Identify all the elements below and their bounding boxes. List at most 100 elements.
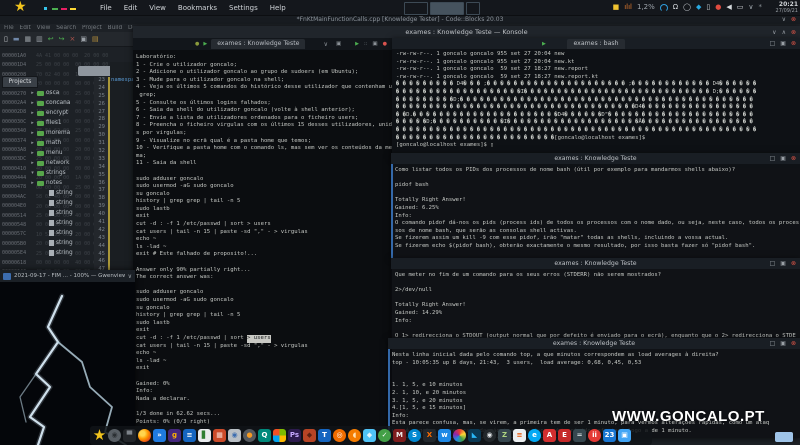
- close-icon[interactable]: ⊗: [791, 260, 796, 267]
- redo-icon[interactable]: ↪: [59, 36, 65, 43]
- expander-icon[interactable]: ▸: [30, 160, 35, 166]
- display-icon[interactable]: ▭: [737, 4, 744, 11]
- konsole-bash-header[interactable]: ▶ exames : bash □ ▣ ⊗: [392, 38, 800, 49]
- terminal-output-bash[interactable]: -rw-rw-r--. 1 goncalo goncalo 955 set 27…: [392, 49, 800, 158]
- project-folder[interactable]: ▸ files1: [30, 118, 94, 128]
- codeblocks-titlebar[interactable]: *FnKtMainFunctionCalls.cpp [Knowledge Te…: [0, 15, 800, 24]
- window-preview[interactable]: [466, 2, 480, 15]
- terminal-output-stderr[interactable]: Que meter no fim de um comando para os s…: [391, 269, 800, 338]
- settings-asterisk-icon[interactable]: *: [759, 4, 763, 11]
- task-dash-icon[interactable]: [44, 7, 47, 10]
- minimize-icon[interactable]: ∨: [782, 15, 786, 24]
- status-circle-icon[interactable]: ◯: [683, 4, 691, 11]
- quiz-pidof-header[interactable]: exames : Knowledge Teste □ ▣ ⊗: [391, 153, 800, 164]
- expander-icon[interactable]: ▸: [30, 130, 35, 136]
- menu-item[interactable]: Settings: [229, 4, 258, 12]
- skype-icon[interactable]: S: [408, 429, 421, 442]
- project-file[interactable]: string: [30, 228, 94, 238]
- clipboard-icon[interactable]: ▯: [706, 4, 710, 11]
- notes-widget-icon[interactable]: ■: [613, 4, 620, 11]
- gwenview-photo[interactable]: ▲: [0, 282, 135, 445]
- gwenview-titlebar[interactable]: 2021-09-17 - FIM ... - 100% — Gwenview ∨: [0, 270, 135, 282]
- paste-icon[interactable]: ▤: [92, 36, 99, 43]
- expander-icon[interactable]: ▸: [30, 90, 35, 96]
- desktop-peek-button[interactable]: [775, 432, 793, 442]
- expander-icon[interactable]: ▸: [30, 150, 35, 156]
- project-folder[interactable]: ▸ encrypt: [30, 108, 94, 118]
- star-launcher-icon[interactable]: ★: [14, 0, 27, 15]
- gimp-icon[interactable]: ◆: [303, 429, 316, 442]
- expander-icon[interactable]: ▸: [30, 110, 35, 116]
- microsoft-icon[interactable]: [273, 429, 286, 442]
- restore-icon[interactable]: □: [770, 155, 776, 162]
- copy-icon[interactable]: ▣: [80, 36, 87, 43]
- expander-icon[interactable]: ▸: [30, 140, 35, 146]
- cut-icon[interactable]: ×: [69, 36, 75, 43]
- expander-icon[interactable]: ▾: [30, 170, 35, 176]
- project-folder[interactable]: ▸ notes: [30, 178, 94, 188]
- menu-item[interactable]: View: [149, 4, 166, 12]
- project-file[interactable]: string: [30, 188, 94, 198]
- project-folder[interactable]: ▸ menu: [30, 148, 94, 158]
- network-gauge-icon[interactable]: [660, 4, 668, 12]
- impress-icon[interactable]: ▦: [213, 429, 226, 442]
- floppy-icon[interactable]: ▀: [123, 429, 136, 442]
- menu-dots-icon[interactable]: ::: [364, 41, 367, 47]
- obs-icon[interactable]: ◉: [483, 429, 496, 442]
- quiz-top-header[interactable]: exames : Knowledge Teste □ ▣ ⊗: [388, 338, 800, 349]
- task-dash-icon[interactable]: [52, 8, 58, 10]
- project-folder[interactable]: ▸ concana: [30, 98, 94, 108]
- maximize-icon[interactable]: ▣: [780, 260, 786, 267]
- konsole-icon[interactable]: »: [153, 429, 166, 442]
- codeblocks-menubar[interactable]: File Edit View Search Project Build Debu…: [4, 24, 133, 32]
- close-icon[interactable]: ⊗: [791, 29, 796, 36]
- x-orange-icon[interactable]: X: [423, 429, 436, 442]
- terminal-output-pidof[interactable]: Como listar todos os PIDs dos processos …: [391, 164, 800, 258]
- close-icon[interactable]: ⊗: [791, 15, 796, 24]
- play-icon[interactable]: ▶: [203, 41, 207, 47]
- tab-knowledge-teste[interactable]: exames : Knowledge Teste: [211, 39, 305, 49]
- menu-item[interactable]: File: [100, 4, 112, 12]
- project-file[interactable]: string: [30, 238, 94, 248]
- konsole-main-titlebar[interactable]: exames : Knowledge Teste — Konsole ∨ ∧ ⊗: [133, 26, 800, 38]
- quiz-stderr-header[interactable]: exames : Knowledge Teste □ ▣ ⊗: [391, 258, 800, 269]
- volume-icon[interactable]: ◀: [726, 4, 731, 11]
- box-icon[interactable]: ▣: [372, 41, 377, 47]
- close-tab-icon[interactable]: ●: [383, 41, 387, 47]
- project-folder[interactable]: ▾ strings: [30, 168, 94, 178]
- purple-g-icon[interactable]: g: [168, 429, 181, 442]
- clock[interactable]: 20:21 27/09/21: [776, 1, 798, 14]
- project-folder[interactable]: ▸ osca: [30, 88, 94, 98]
- w-blue-icon[interactable]: w: [438, 429, 451, 442]
- projects-panel-tab[interactable]: Projects: [2, 76, 38, 88]
- expander-icon[interactable]: ▸: [30, 120, 35, 126]
- chat-icon[interactable]: ▣: [618, 429, 631, 442]
- task-dash-icon[interactable]: [61, 8, 67, 10]
- project-folder[interactable]: ▸ morema: [30, 128, 94, 138]
- maximize-icon[interactable]: ▣: [780, 155, 786, 162]
- m-red-icon[interactable]: M: [393, 429, 406, 442]
- donut-icon[interactable]: ◎: [333, 429, 346, 442]
- calc-chart-icon[interactable]: ▋: [198, 429, 211, 442]
- window-preview-active[interactable]: [430, 2, 464, 15]
- record-dot-icon[interactable]: ●: [715, 4, 721, 11]
- project-folder[interactable]: ▸ network: [30, 158, 94, 168]
- people-icon[interactable]: ii: [588, 429, 601, 442]
- project-file[interactable]: string: [30, 218, 94, 228]
- notes-doc-icon[interactable]: ≡: [513, 429, 526, 442]
- window-preview[interactable]: [404, 2, 428, 15]
- play-icon[interactable]: ▶: [542, 41, 546, 47]
- expand-caret-icon[interactable]: ∨: [748, 4, 753, 11]
- calculator-icon[interactable]: =: [573, 429, 586, 442]
- terminal-output-main[interactable]: Laboratório: 1 - Crie o utilizador gonca…: [133, 50, 392, 445]
- docs-icon[interactable]: ≡: [183, 429, 196, 442]
- notifications-bell-icon[interactable]: Ω: [673, 4, 678, 11]
- new-file-icon[interactable]: ▯: [4, 36, 8, 43]
- undo-icon[interactable]: ↩: [48, 36, 54, 43]
- favorites-star-icon[interactable]: ★: [93, 429, 106, 442]
- open-file-icon[interactable]: ▬: [13, 36, 20, 43]
- pdf-icon[interactable]: A: [543, 429, 556, 442]
- expander-icon[interactable]: ▸: [30, 180, 35, 186]
- close-icon[interactable]: ⊗: [791, 155, 796, 162]
- play-icon[interactable]: ▶: [355, 41, 359, 47]
